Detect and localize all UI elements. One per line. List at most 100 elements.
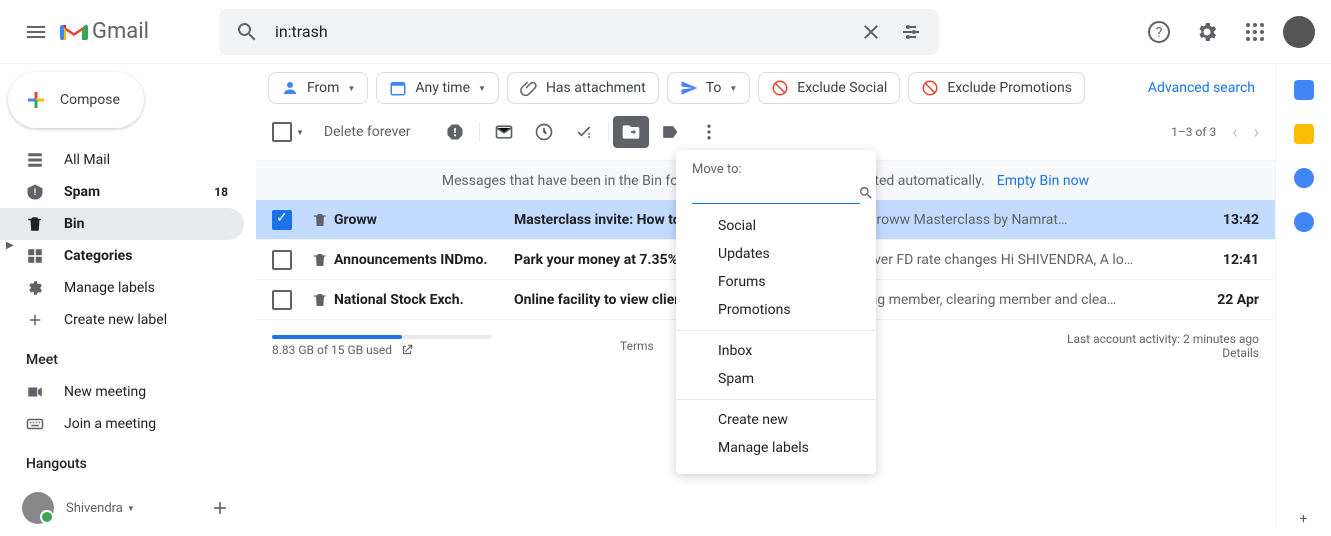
advanced-search-link[interactable]: Advanced search xyxy=(1148,80,1263,96)
spam-icon: ! xyxy=(26,183,46,201)
rail-calendar-icon[interactable] xyxy=(1294,80,1314,100)
nav-label: Bin xyxy=(64,216,85,232)
delete-forever-button[interactable]: Delete forever xyxy=(324,124,411,140)
filter-chip-to[interactable]: To ▼ xyxy=(667,72,751,104)
nav-label: Spam xyxy=(64,184,100,200)
row-checkbox[interactable] xyxy=(272,250,292,270)
move-to-category-item[interactable]: Forums xyxy=(676,268,876,296)
prev-page-icon[interactable]: ‹ xyxy=(1232,122,1237,143)
move-to-folder-item[interactable]: Spam xyxy=(676,365,876,393)
filter-chip-from[interactable]: From ▼ xyxy=(268,72,368,104)
rail-add-icon[interactable]: + xyxy=(1294,509,1314,529)
person-icon xyxy=(281,79,299,97)
chip-label: To xyxy=(706,80,722,96)
footer-terms[interactable]: Terms xyxy=(620,339,654,353)
footer-details[interactable]: Details xyxy=(1067,346,1259,360)
categories-icon xyxy=(26,247,46,265)
compose-label: Compose xyxy=(60,92,120,108)
chevron-down-icon[interactable]: ▼ xyxy=(127,504,135,513)
row-checkbox[interactable] xyxy=(272,210,292,230)
move-to-search xyxy=(692,185,860,204)
nav-label: New meeting xyxy=(64,384,146,400)
expand-icon[interactable]: ▶ xyxy=(6,240,14,251)
filter-chip-exclude-promotions[interactable]: Exclude Promotions xyxy=(908,72,1085,104)
meet-section-title: Meet xyxy=(0,336,256,376)
rail-contacts-icon[interactable] xyxy=(1294,212,1314,232)
nav-label: Join a meeting xyxy=(64,416,156,432)
support-icon[interactable]: ? xyxy=(1139,12,1179,52)
meet-new-meeting[interactable]: New meeting xyxy=(0,376,244,408)
nav-create-label[interactable]: Create new label xyxy=(0,304,244,336)
compose-button[interactable]: Compose xyxy=(8,72,144,128)
snooze-icon[interactable] xyxy=(524,122,564,142)
account-avatar[interactable] xyxy=(1283,16,1315,48)
plus-icon xyxy=(26,311,46,329)
nav-all-mail[interactable]: All Mail xyxy=(0,144,244,176)
move-to-icon[interactable] xyxy=(613,116,649,148)
empty-bin-link[interactable]: Empty Bin now xyxy=(997,173,1089,189)
video-icon xyxy=(26,383,46,401)
search-icon[interactable] xyxy=(227,12,267,52)
hangouts-user-row[interactable]: Shivendra ▼ xyxy=(0,480,256,536)
new-chat-icon[interactable] xyxy=(200,488,240,528)
row-time: 13:42 xyxy=(1199,212,1259,228)
svg-text:?: ? xyxy=(1156,25,1163,41)
nav-bin[interactable]: Bin xyxy=(0,208,244,240)
storage-bar xyxy=(272,335,492,339)
trash-icon xyxy=(26,215,46,233)
filter-chip-time[interactable]: Any time ▼ xyxy=(376,72,499,104)
rail-keep-icon[interactable] xyxy=(1294,124,1314,144)
blocked-icon xyxy=(921,79,939,97)
report-spam-icon[interactable] xyxy=(435,122,475,142)
row-sender: National Stock Exch. xyxy=(334,292,514,308)
clear-search-icon[interactable] xyxy=(851,12,891,52)
move-to-action-item[interactable]: Manage labels xyxy=(676,434,876,462)
move-to-category-item[interactable]: Updates xyxy=(676,240,876,268)
nav-label: Categories xyxy=(64,248,132,264)
mark-unread-icon[interactable] xyxy=(484,122,524,142)
next-page-icon[interactable]: › xyxy=(1254,122,1259,143)
blocked-icon xyxy=(771,79,789,97)
select-dropdown-icon[interactable]: ▼ xyxy=(296,128,304,137)
nav-label: All Mail xyxy=(64,152,110,168)
storage-text: 8.83 GB of 15 GB used xyxy=(272,343,392,357)
move-to-category-item[interactable]: Social xyxy=(676,212,876,240)
keyboard-icon xyxy=(26,415,46,433)
external-link-icon[interactable] xyxy=(400,343,414,357)
svg-text:!: ! xyxy=(34,188,36,198)
gmail-logo[interactable]: Gmail xyxy=(60,19,149,44)
rail-tasks-icon[interactable] xyxy=(1294,168,1314,188)
nav-label: Create new label xyxy=(64,312,167,328)
stack-icon xyxy=(26,151,46,169)
nav-manage-labels[interactable]: Manage labels xyxy=(0,272,244,304)
chevron-down-icon: ▼ xyxy=(347,84,355,93)
trash-icon xyxy=(312,212,328,228)
chip-label: Has attachment xyxy=(546,80,646,96)
trash-icon xyxy=(312,252,328,268)
search-input[interactable] xyxy=(267,22,851,41)
hangouts-username: Shivendra xyxy=(66,501,123,516)
nav-categories[interactable]: Categories xyxy=(0,240,244,272)
settings-icon[interactable] xyxy=(1187,12,1227,52)
search-options-icon[interactable] xyxy=(891,12,931,52)
labels-icon[interactable] xyxy=(649,122,689,142)
move-to-folder-item[interactable]: Inbox xyxy=(676,337,876,365)
row-checkbox[interactable] xyxy=(272,290,292,310)
add-task-icon[interactable] xyxy=(564,122,604,142)
main-menu-button[interactable] xyxy=(16,12,56,52)
meet-join-meeting[interactable]: Join a meeting xyxy=(0,408,244,440)
apps-icon[interactable] xyxy=(1235,12,1275,52)
filter-chip-exclude-social[interactable]: Exclude Social xyxy=(758,72,900,104)
move-to-search-input[interactable] xyxy=(692,186,858,201)
move-to-category-item[interactable]: Promotions xyxy=(676,296,876,324)
send-icon xyxy=(680,79,698,97)
select-all-checkbox[interactable] xyxy=(272,122,292,142)
hangouts-section-title: Hangouts xyxy=(0,440,256,480)
row-sender: Announcements INDmo. xyxy=(334,252,514,268)
filter-chip-attachment[interactable]: Has attachment xyxy=(507,72,659,104)
move-to-action-item[interactable]: Create new xyxy=(676,406,876,434)
trash-icon xyxy=(312,292,328,308)
nav-spam[interactable]: ! Spam 18 xyxy=(0,176,244,208)
presence-avatar xyxy=(22,492,54,524)
more-icon[interactable] xyxy=(689,122,729,142)
